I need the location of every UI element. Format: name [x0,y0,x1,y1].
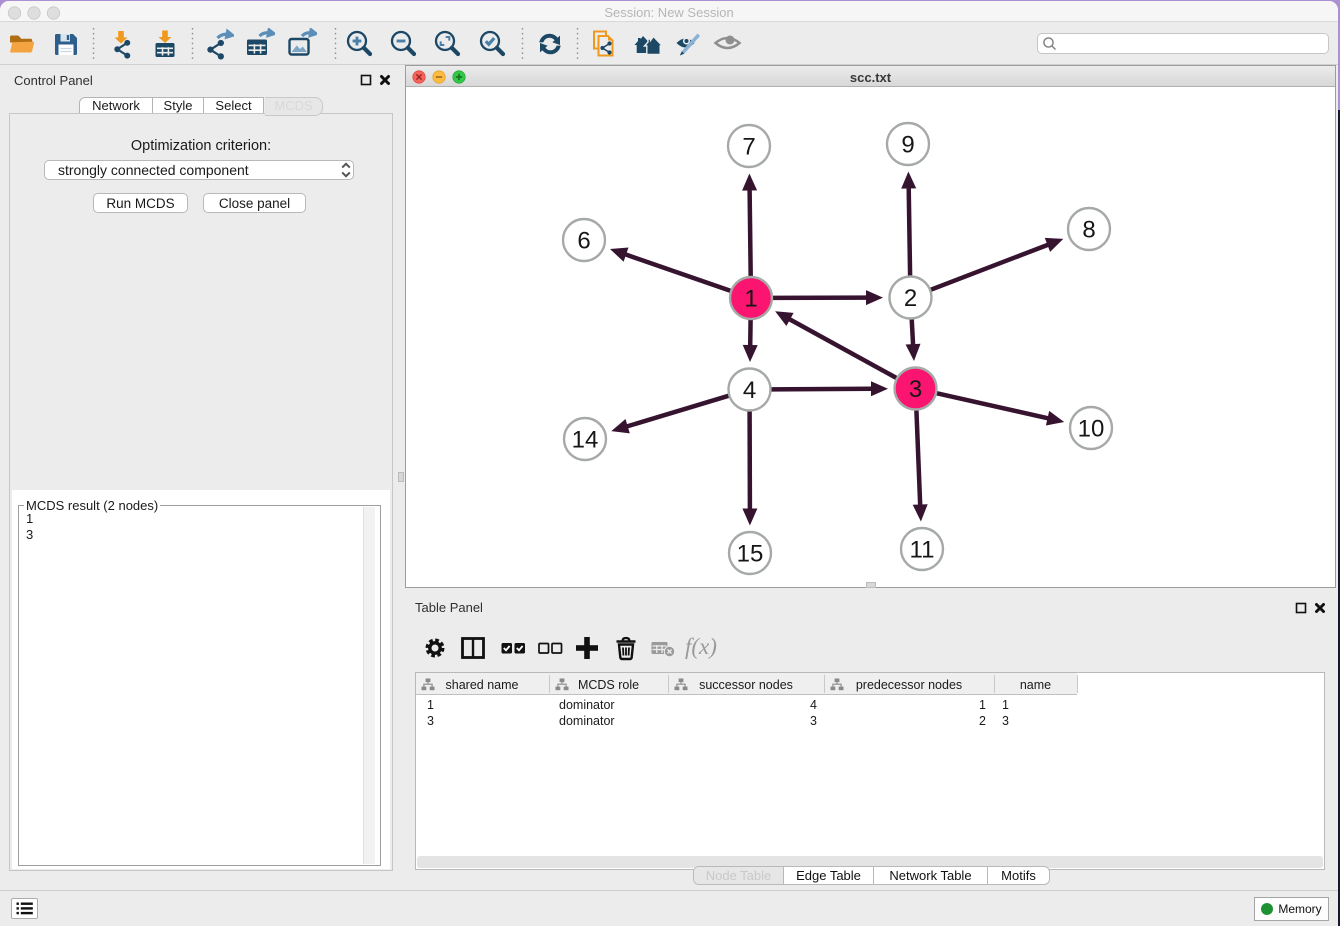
svg-text:1: 1 [744,286,757,313]
svg-text:14: 14 [572,427,599,454]
svg-text:7: 7 [742,134,755,161]
svg-text:4: 4 [743,377,756,404]
svg-text:15: 15 [737,541,764,568]
svg-text:10: 10 [1078,416,1105,443]
svg-text:8: 8 [1082,217,1095,244]
svg-text:11: 11 [910,537,935,564]
svg-text:9: 9 [901,132,914,159]
svg-text:6: 6 [577,228,590,255]
svg-text:3: 3 [909,376,922,403]
svg-text:2: 2 [904,285,917,312]
